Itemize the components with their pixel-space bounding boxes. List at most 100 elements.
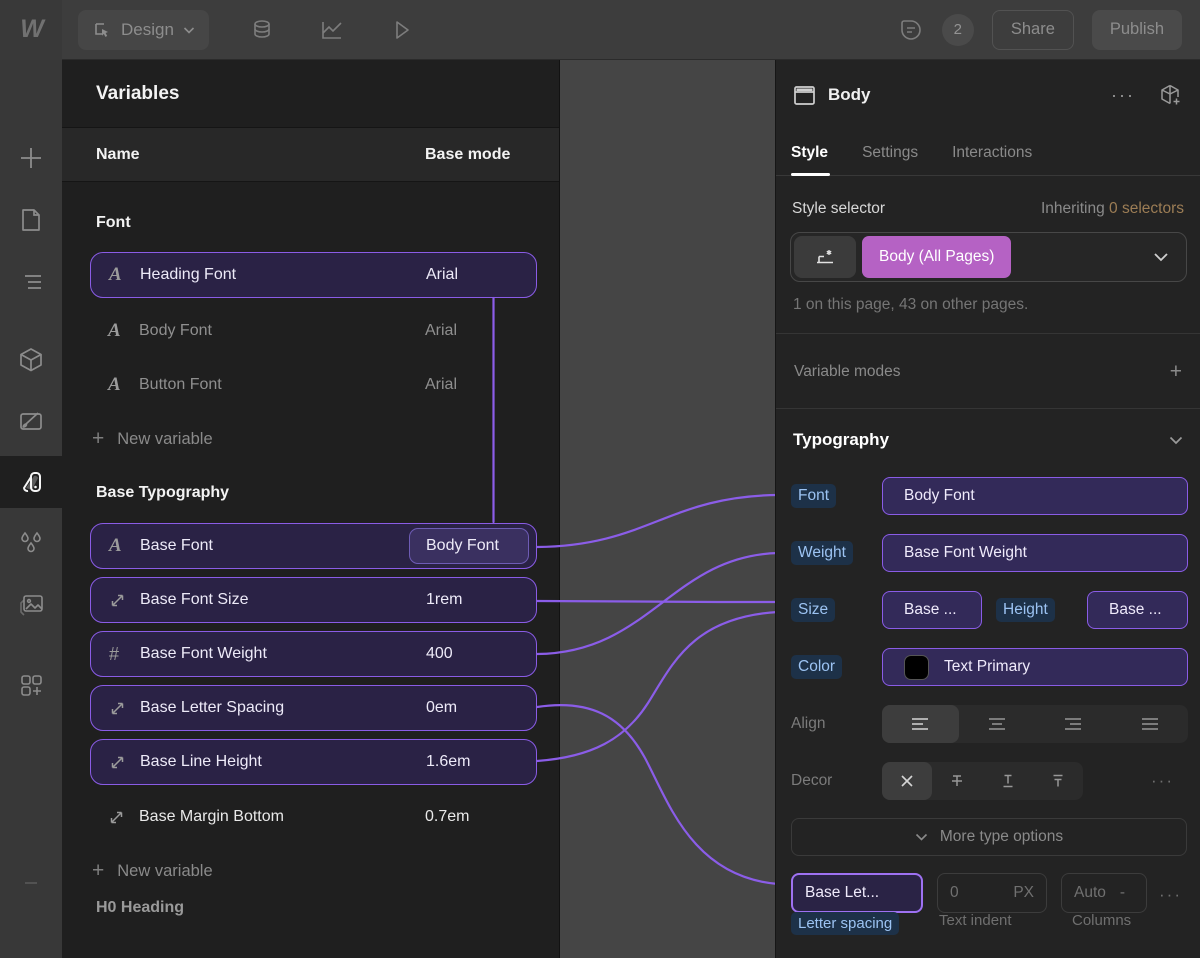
analytics-icon[interactable] — [319, 0, 345, 60]
publish-button[interactable]: Publish — [1092, 10, 1182, 50]
text-indent-unit: PX — [1013, 884, 1034, 902]
cms-database-icon[interactable] — [249, 0, 275, 60]
number-variable-icon: # — [109, 644, 140, 665]
variable-row-base-letter-spacing[interactable]: Base Letter Spacing 0em — [90, 685, 537, 731]
overline-button[interactable] — [1033, 762, 1083, 800]
height-value: Base ... — [1109, 601, 1162, 619]
height-value-field[interactable]: Base ... — [1087, 591, 1188, 629]
text-indent-field[interactable]: 0 PX — [937, 873, 1047, 913]
apps-icon[interactable] — [0, 660, 62, 710]
font-value-field[interactable]: Body Font — [882, 477, 1188, 515]
webflow-logo-glyph: W — [20, 15, 42, 44]
variable-modes-label: Variable modes — [794, 363, 901, 381]
variable-value: 0.7em — [425, 808, 469, 826]
variable-value: Arial — [425, 322, 457, 340]
tab-style[interactable]: Style — [791, 130, 828, 175]
columns-stepper: - — [1120, 884, 1125, 902]
site-settings-icon[interactable] — [0, 396, 62, 446]
letter-spacing-field[interactable]: Base Let... — [791, 873, 923, 913]
style-selector-input[interactable]: Body (All Pages) — [790, 232, 1187, 282]
chevron-down-icon[interactable] — [1153, 252, 1169, 262]
strikethrough-button[interactable] — [932, 762, 982, 800]
plus-icon: + — [92, 859, 104, 883]
size-property-label: Size — [791, 598, 835, 622]
element-menu-dots[interactable]: ··· — [1111, 85, 1135, 106]
font-variable-icon: A — [109, 535, 140, 557]
inherit-count[interactable]: 0 selectors — [1109, 200, 1184, 217]
decor-property-label: Decor — [791, 772, 832, 790]
selected-class-name: Body (All Pages) — [879, 248, 994, 266]
pages-icon[interactable] — [0, 195, 62, 245]
weight-property-label: Weight — [791, 541, 853, 565]
inspector-tabs: Style Settings Interactions — [776, 130, 1200, 176]
bottom-more-dots[interactable]: ··· — [1159, 885, 1182, 905]
variable-row-base-font[interactable]: A Base Font Body Font — [90, 523, 537, 569]
text-align-control — [882, 705, 1188, 743]
variable-row-button-font[interactable]: A Button Font Arial — [90, 362, 537, 408]
wire-base-letter-to-letterspacing — [537, 705, 778, 884]
inheriting-label: Inheriting — [1041, 200, 1105, 217]
selected-element-name: Body — [828, 85, 871, 105]
decoration-none-button[interactable] — [882, 762, 932, 800]
color-value-field[interactable]: Text Primary — [882, 648, 1188, 686]
more-type-options-button[interactable]: More type options — [791, 818, 1187, 856]
variable-value: 1.6em — [426, 753, 470, 771]
variable-row-base-font-weight[interactable]: # Base Font Weight 400 — [90, 631, 537, 677]
variable-value: 400 — [426, 645, 453, 663]
variables-panel: Variables Name Base mode Font A Heading … — [62, 60, 560, 958]
tab-settings[interactable]: Settings — [862, 130, 918, 175]
align-property-label: Align — [791, 715, 825, 733]
section-heading-h0: H0 Heading — [96, 891, 184, 925]
preview-play-icon[interactable] — [389, 0, 415, 60]
more-type-options-label: More type options — [940, 828, 1063, 846]
columns-field[interactable]: Auto - — [1061, 873, 1147, 913]
new-variable-label: New variable — [117, 430, 212, 449]
selector-state-icon[interactable] — [794, 236, 856, 278]
tab-interactions[interactable]: Interactions — [952, 130, 1032, 175]
variable-row-base-line-height[interactable]: Base Line Height 1.6em — [90, 739, 537, 785]
align-justify-button[interactable] — [1112, 705, 1189, 743]
section-heading-font: Font — [96, 206, 131, 240]
comments-icon[interactable] — [898, 0, 924, 60]
share-button[interactable]: Share — [992, 10, 1074, 50]
section-heading-base-typography: Base Typography — [96, 476, 229, 510]
size-value-field[interactable]: Base ... — [882, 591, 982, 629]
add-variable-mode-button[interactable]: + — [1170, 360, 1182, 384]
selected-class-pill[interactable]: Body (All Pages) — [862, 236, 1011, 278]
new-variable-button[interactable]: + New variable — [92, 416, 213, 462]
navigator-icon[interactable] — [0, 257, 62, 307]
font-variable-icon: A — [108, 374, 139, 396]
notification-count-badge[interactable]: 2 — [942, 14, 974, 46]
assets-icon[interactable] — [0, 580, 62, 630]
variable-row-base-font-size[interactable]: Base Font Size 1rem — [90, 577, 537, 623]
variable-row-heading-font[interactable]: A Heading Font Arial — [90, 252, 537, 298]
webflow-logo[interactable]: W — [0, 0, 62, 60]
size-variable-icon — [108, 809, 139, 826]
variable-name: Base Line Height — [140, 753, 262, 771]
style-variables-icon-active[interactable] — [0, 456, 62, 508]
underline-button[interactable] — [983, 762, 1033, 800]
collapse-section-icon[interactable] — [1169, 436, 1183, 445]
design-mode-button[interactable]: Design — [78, 10, 209, 50]
top-bar: W Design 2 Shar — [0, 0, 1200, 60]
align-right-button[interactable] — [1035, 705, 1112, 743]
align-left-button[interactable] — [882, 705, 959, 743]
weight-value-field[interactable]: Base Font Weight — [882, 534, 1188, 572]
align-center-button[interactable] — [959, 705, 1036, 743]
design-label: Design — [121, 20, 174, 40]
variable-row-base-margin-bottom[interactable]: Base Margin Bottom 0.7em — [90, 794, 537, 840]
decor-more-dots[interactable]: ··· — [1151, 771, 1174, 791]
size-variable-icon — [109, 754, 140, 771]
add-element-icon[interactable] — [0, 133, 62, 183]
style-inspector-panel: Body ··· Style Settings Interactions Sty… — [775, 60, 1200, 958]
new-variable-button[interactable]: + New variable — [92, 848, 213, 894]
typography-section-heading: Typography — [793, 430, 889, 450]
variables-drops-icon[interactable] — [0, 518, 62, 568]
variables-panel-title: Variables — [62, 60, 559, 128]
variable-value-chip[interactable]: Body Font — [409, 528, 529, 564]
divider — [776, 408, 1200, 409]
variable-row-body-font[interactable]: A Body Font Arial — [90, 308, 537, 354]
components-icon[interactable] — [0, 335, 62, 385]
variable-name: Body Font — [139, 322, 212, 340]
create-component-icon[interactable] — [1159, 83, 1183, 107]
